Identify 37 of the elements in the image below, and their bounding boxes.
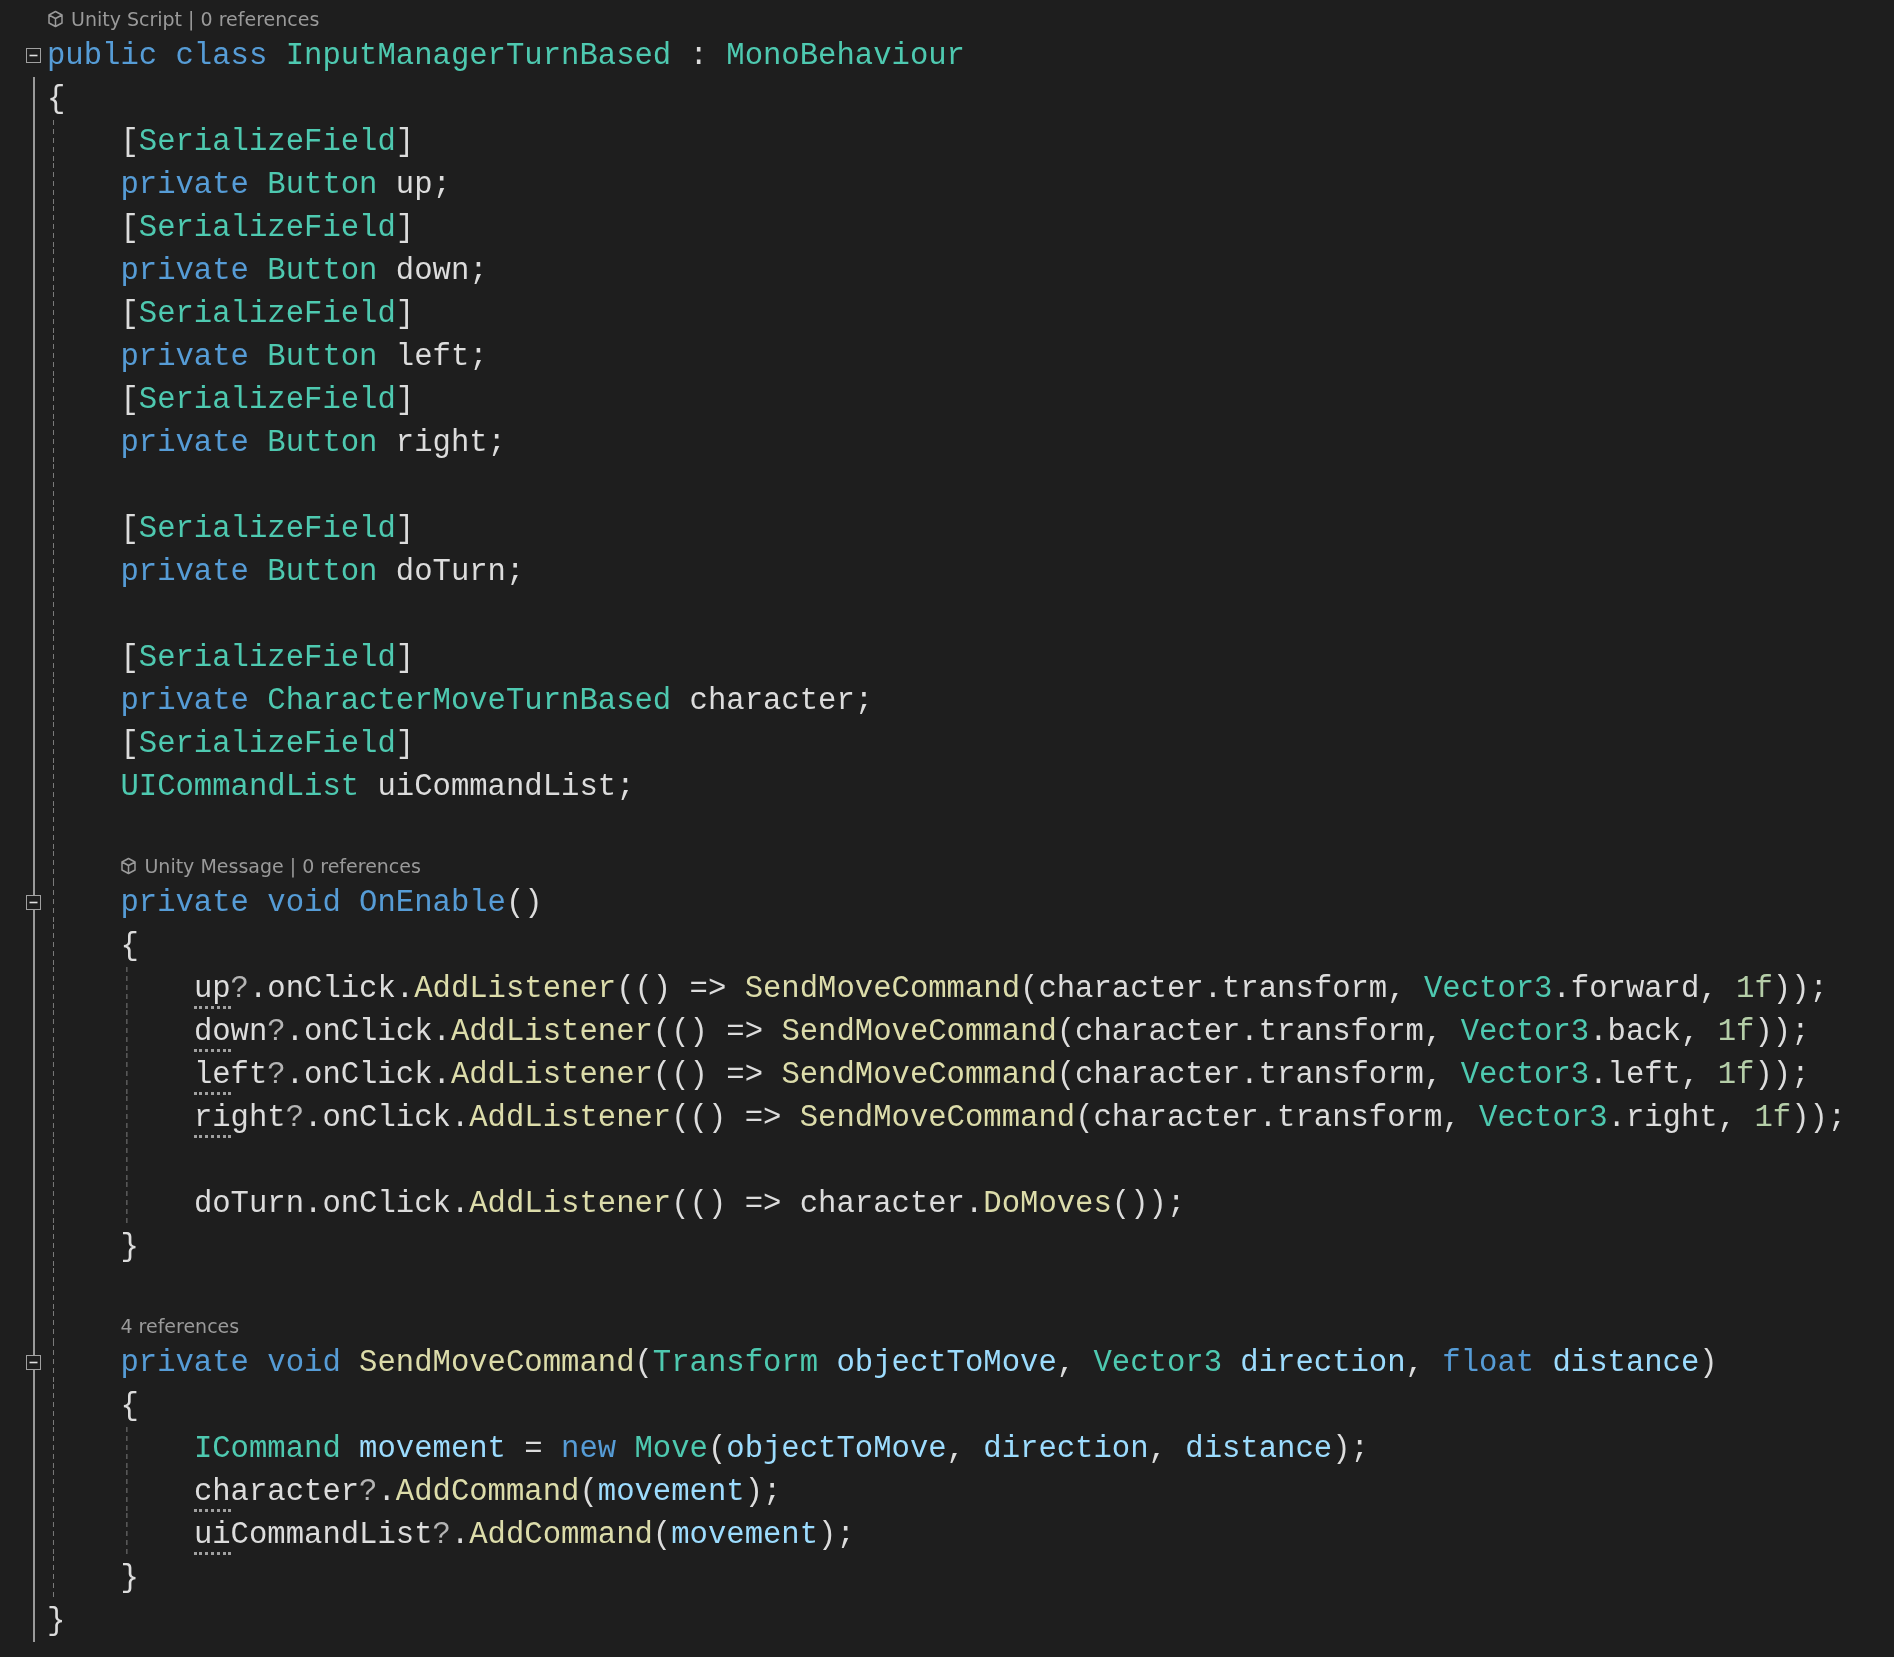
code-line: { — [120, 928, 139, 963]
code-line: private Button left; — [120, 339, 488, 374]
code-line: { — [120, 1388, 139, 1423]
code-line: down?.onClick.AddListener(() => SendMoveCommand(character.transform, Vector3.back, 1f)); — [193, 1014, 1810, 1049]
code-line: private void OnEnable() — [120, 885, 543, 920]
collapse-icon[interactable] — [26, 48, 41, 63]
code-line: [SerializeField] — [120, 511, 415, 546]
code-line: } — [120, 1560, 139, 1595]
code-line: [SerializeField] — [120, 210, 415, 245]
code-line: ICommand movement = new Move(objectToMove, direction, distance); — [193, 1431, 1369, 1466]
collapse-icon[interactable] — [26, 1355, 41, 1370]
code-line: [SerializeField] — [120, 640, 415, 675]
code-line: private Button doTurn; — [120, 554, 525, 589]
code-line: doTurn.onClick.AddListener(() => character.DoMoves()); — [193, 1186, 1186, 1221]
code-line: character?.AddCommand(movement); — [193, 1474, 782, 1509]
code-line: up?.onClick.AddListener(() => SendMoveCommand(character.transform, Vector3.forward, 1f)); — [193, 971, 1828, 1006]
code-line: left?.onClick.AddListener(() => SendMoveCommand(character.transform, Vector3.left, 1f)); — [193, 1057, 1810, 1092]
code-line: [SerializeField] — [120, 382, 415, 417]
codelens-text[interactable]: Unity Script | 0 references — [71, 8, 320, 30]
collapse-icon[interactable] — [26, 895, 41, 910]
codelens-text[interactable]: 4 references — [120, 1315, 240, 1337]
code-line: public class InputManagerTurnBased : MonoBehaviour — [47, 38, 965, 73]
code-line: right?.onClick.AddListener(() => SendMoveCommand(character.transform, Vector3.right, 1f)); — [193, 1100, 1847, 1135]
code-line: [SerializeField] — [120, 296, 415, 331]
code-line: uiCommandList?.AddCommand(movement); — [193, 1517, 855, 1552]
code-line: { — [47, 81, 66, 116]
code-line: UICommandList uiCommandList; — [120, 769, 635, 804]
code-line: } — [47, 1603, 66, 1638]
code-line: private void SendMoveCommand(Transform objectToMove, Vector3 direction, float distance) — [120, 1345, 1718, 1380]
code-line: private Button up; — [120, 167, 451, 202]
code-line: private Button right; — [120, 425, 506, 460]
code-line: [SerializeField] — [120, 726, 415, 761]
code-line: [SerializeField] — [120, 124, 415, 159]
code-line: private CharacterMoveTurnBased character; — [120, 683, 874, 718]
code-line: } — [120, 1229, 139, 1264]
codelens-text[interactable]: Unity Message | 0 references — [144, 855, 421, 877]
code-line: private Button down; — [120, 253, 488, 288]
